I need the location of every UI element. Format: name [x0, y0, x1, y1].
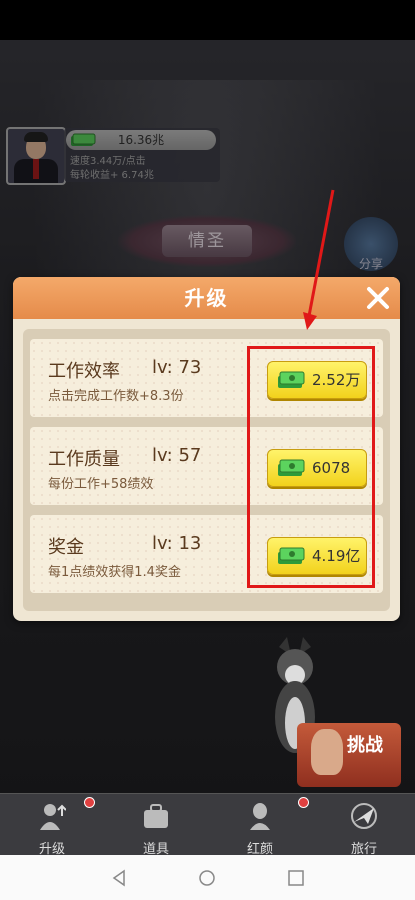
status-bar — [0, 0, 415, 40]
close-icon[interactable] — [363, 283, 393, 313]
airplane-globe-icon — [351, 803, 377, 829]
recents-icon[interactable] — [287, 869, 305, 887]
nav-beauty[interactable]: 红颜 — [208, 794, 312, 857]
upgrade-name: 工作效率 — [48, 361, 120, 382]
bottom-nav: 升级 道具 红颜 旅行 — [0, 793, 415, 857]
upgrade-desc: 每1点绩效获得1.4奖金 — [48, 565, 181, 580]
back-icon[interactable] — [110, 869, 128, 887]
upgrade-desc: 每份工作+58绩效 — [48, 477, 154, 492]
challenge-label: 挑战 — [347, 735, 383, 756]
nav-upgrade[interactable]: 升级 — [0, 794, 104, 857]
upgrade-level: lv: 57 — [152, 445, 202, 466]
lady-silhouette-icon — [250, 803, 270, 830]
system-navigation-bar — [0, 855, 415, 900]
notification-dot — [84, 797, 95, 808]
annotation-highlight-box — [247, 346, 375, 588]
challenge-button[interactable]: 挑战 — [297, 723, 401, 787]
nav-items[interactable]: 道具 — [104, 794, 208, 857]
upgrade-person-icon — [40, 804, 66, 830]
upgrade-level: lv: 13 — [152, 533, 202, 554]
nav-travel[interactable]: 旅行 — [312, 794, 415, 857]
home-icon[interactable] — [198, 869, 216, 887]
annotation-arrow-icon — [303, 189, 335, 330]
upgrade-name: 奖金 — [48, 537, 84, 558]
briefcase-icon — [144, 804, 168, 828]
opponent-portrait — [311, 729, 343, 775]
notification-dot — [298, 797, 309, 808]
upgrade-name: 工作质量 — [48, 449, 120, 470]
upgrade-desc: 点击完成工作数+8.3份 — [48, 389, 184, 404]
upgrade-level: lv: 73 — [152, 357, 202, 378]
